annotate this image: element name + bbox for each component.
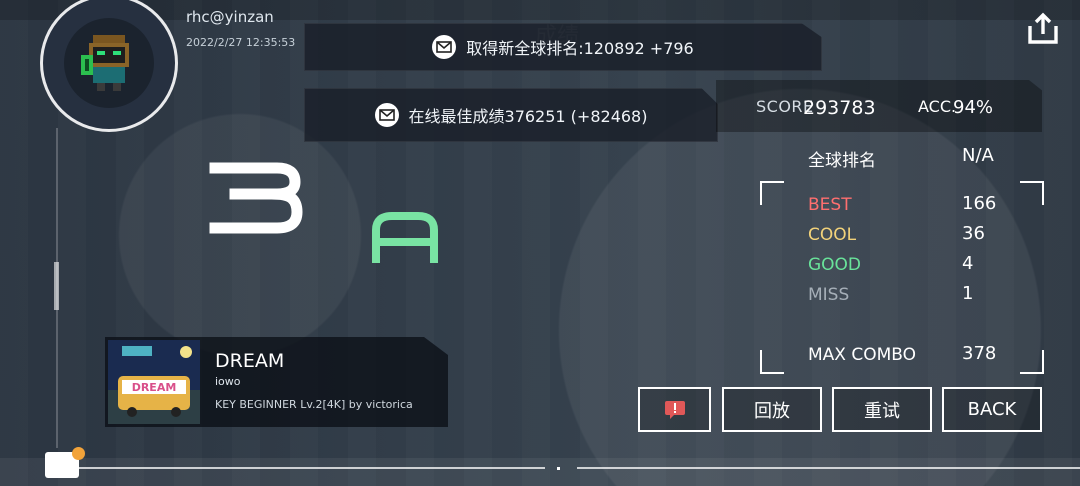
best-value: 166 [962,193,997,214]
accuracy-label: ACC. [918,97,957,116]
stats-bracket-bottom-left [760,350,784,374]
miss-label: MISS [808,285,850,305]
song-title: DREAM [215,350,285,372]
play-datetime: 2022/2/27 12:35:53 [186,36,296,49]
notification-text: 取得新全球排名:120892 +796 [466,39,694,58]
bottom-line-dot [557,467,560,470]
grade-letter: A [370,208,438,263]
good-label: GOOD [808,255,862,275]
max-combo-value: 378 [962,343,997,364]
bottom-line-left [75,467,545,469]
global-rank-label: 全球排名 [808,151,876,171]
mail-icon [432,35,457,59]
top-strip [0,0,1080,20]
bottom-bar [0,458,1080,486]
accuracy-value: 94% [953,97,994,118]
rank-number-text: 3 [205,158,206,159]
notification-dot [72,447,85,460]
notification-global-rank[interactable]: 取得新全球排名:120892 +796 [304,23,822,71]
retry-button[interactable]: 重试 [832,387,932,432]
cool-value: 36 [962,223,985,244]
avatar[interactable] [40,0,178,132]
stats-bracket-bottom-right [1020,350,1044,374]
song-artist: iowo [215,375,241,388]
score-value: 293783 [803,97,876,119]
stats-bracket-top-right [1020,181,1044,205]
username: rhc@yinzan [186,8,274,26]
miss-value: 1 [962,283,974,304]
replay-button[interactable]: 回放 [722,387,822,432]
rank-number: 3 [205,158,303,234]
good-value: 4 [962,253,974,274]
grade-letter-text: A [370,208,371,209]
global-rank-value: N/A [962,145,994,166]
stats-bracket-top-left [760,181,784,205]
left-guide-accent [54,262,59,310]
svg-text:DREAM: DREAM [132,381,177,394]
report-button[interactable] [638,387,711,432]
avatar-image [64,18,154,108]
best-label: BEST [808,195,852,215]
pixel-character-icon [81,35,129,91]
notification-best-score[interactable]: 在线最佳成绩376251 (+82468) [304,88,718,142]
mail-icon [374,103,399,127]
bottom-line-right [577,467,1080,469]
max-combo-label: MAX COMBO [808,345,917,365]
song-cover-art: DREAM [108,340,200,424]
notification-text: 在线最佳成绩376251 (+82468) [408,107,648,126]
song-difficulty: KEY BEGINNER Lv.2[4K] by victorica [215,398,413,411]
back-button[interactable]: BACK [942,387,1042,432]
alert-icon [664,400,685,419]
share-icon[interactable] [1024,10,1062,48]
cool-label: COOL [808,225,857,245]
